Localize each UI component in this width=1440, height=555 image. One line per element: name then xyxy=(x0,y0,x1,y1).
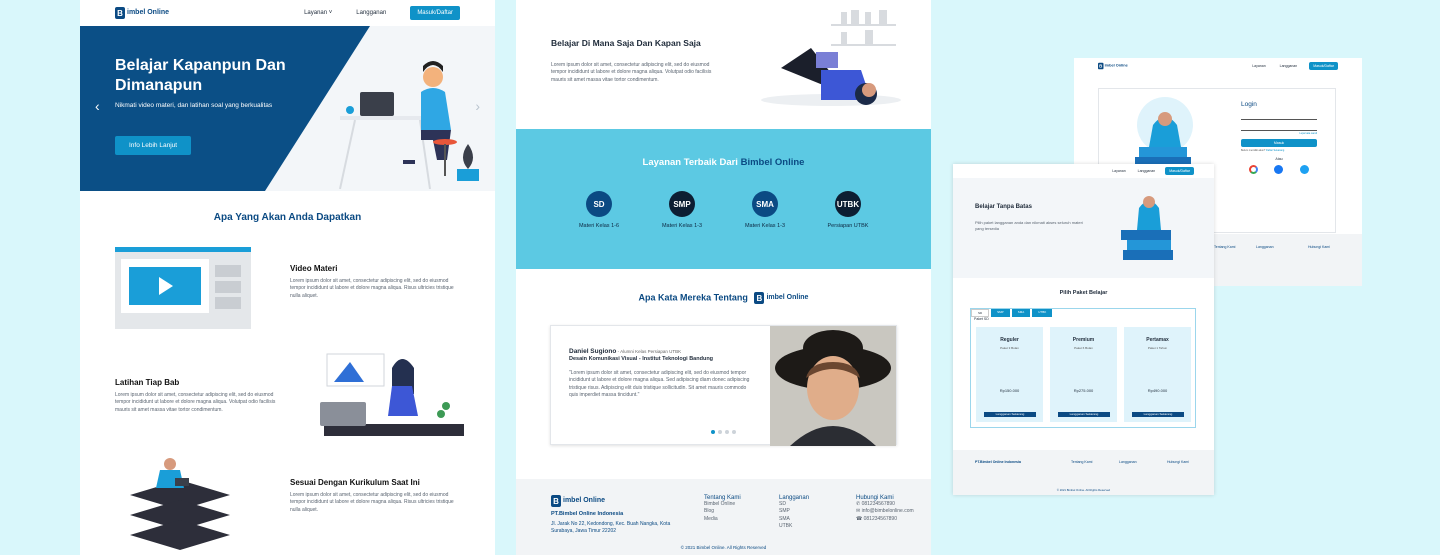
social-login xyxy=(1241,165,1317,174)
packages-page-panel: Layanan Langganan Masuk/Daftar Belajar T… xyxy=(953,164,1214,495)
features-heading: Apa Yang Akan Anda Dapatkan xyxy=(213,212,362,223)
login-title: Login xyxy=(1241,101,1257,108)
footer-col-subscribe: Langganan SD SMP SMA UTBK xyxy=(779,495,810,529)
brand-logo-inline: B imbel Online xyxy=(754,292,808,304)
package-card-pertamax: Pertamax Paket 1 Tahun Rp490.000 Langgan… xyxy=(1124,327,1191,422)
footer-col-contact: Hubungi Kami ✆ 081234567890 ✉ info@bimbe… xyxy=(856,495,914,522)
carousel-dots[interactable] xyxy=(711,430,736,434)
video-illustration xyxy=(115,247,251,329)
reading-illustration xyxy=(1135,97,1193,167)
tab-sma[interactable]: SMA xyxy=(1011,309,1031,317)
facebook-icon[interactable] xyxy=(1274,165,1284,174)
google-icon[interactable] xyxy=(1249,165,1259,174)
package-card-premium: Premium Paket 6 Bulan Rp275.000 Langgana… xyxy=(1050,327,1117,422)
footer: Bimbel Online PT.Bimbel Online Indonesia… xyxy=(516,479,931,555)
services-section: Layanan Terbaik Dari Bimbel Online SD Mat… xyxy=(516,129,931,269)
hero-subtitle: Nikmati video materi, dan latihan soal y… xyxy=(115,102,273,109)
tab-smp[interactable]: SMP xyxy=(991,309,1010,317)
forgot-password-link[interactable]: Lupa kata sandi xyxy=(1241,132,1317,135)
tab-sd[interactable]: SD xyxy=(971,309,990,317)
learn-anywhere-title: Belajar Di Mana Saja Dan Kapan Saja xyxy=(551,38,701,48)
service-sma[interactable]: SMA Materi Kelas 1-3 xyxy=(730,191,800,229)
footer-col-about: Tentang Kami Bimbel Online Blog Media xyxy=(704,495,741,522)
nav-layanan[interactable]: Layanan ˅ xyxy=(304,10,332,16)
brand-logo[interactable]: B imbel Online xyxy=(115,7,169,19)
login-register-button[interactable]: Masuk/Daftar xyxy=(410,6,460,20)
packages-box: SD SMP SMA UTBK Paket SD Reguler Paket 3… xyxy=(970,308,1196,428)
package-card-reguler: Reguler Paket 3 Bulan Rp150.000 Langgana… xyxy=(976,327,1043,422)
twitter-icon[interactable] xyxy=(1299,165,1309,174)
phone-icon: ☎ xyxy=(856,515,864,522)
email-field[interactable] xyxy=(1241,114,1317,120)
packages-heading: Pilih Paket Belajar xyxy=(1059,290,1108,296)
hero-title: Belajar Kapanpun Dan Dimanapun xyxy=(115,57,286,94)
footer-address: Jl. Jarak No 22, Kedondong, Kec. Buah Na… xyxy=(551,521,671,535)
landing-page-panel: B imbel Online Layanan ˅ Langganan Masuk… xyxy=(80,0,495,555)
service-utbk[interactable]: UTBK Persiapan UTBK xyxy=(813,191,883,229)
books-illustration xyxy=(1121,196,1173,260)
register-prompt: Belum memiliki akun? Daftar Sekarang xyxy=(1241,149,1285,152)
desk-illustration xyxy=(339,61,479,189)
login-button[interactable]: Masuk xyxy=(1241,139,1317,147)
testimonial-school: Desain Komunikasi Visual - Institut Tekn… xyxy=(569,356,714,362)
tab-utbk[interactable]: UTBK xyxy=(1032,309,1053,317)
service-sd[interactable]: SD Materi Kelas 1-6 xyxy=(564,191,634,229)
testimonial-photo xyxy=(770,326,896,446)
feature-video: Video Materi Lorem ipsum dolor sit amet,… xyxy=(290,264,454,299)
learn-anywhere-text: Lorem ipsum dolor sit amet, consectetur … xyxy=(551,62,712,83)
footer-logo: Bimbel Online xyxy=(551,495,671,507)
service-smp[interactable]: SMP Materi Kelas 1-3 xyxy=(647,191,717,229)
feature-exercise: Latihan Tiap Bab Lorem ipsum dolor sit a… xyxy=(115,378,276,413)
package-tabs: SD SMP SMA UTBK xyxy=(971,309,1053,317)
brand-logo[interactable]: Bimbel Online xyxy=(1098,62,1128,70)
relax-illustration xyxy=(761,10,901,106)
services-heading: Layanan Terbaik Dari Bimbel Online xyxy=(642,157,805,168)
stack-illustration xyxy=(130,458,230,550)
testimonial-card: Daniel Sugiono - Alumni Kelas Persiapan … xyxy=(550,325,897,446)
footer-company: PT.Bimbel Online Indonesia xyxy=(551,511,624,517)
feature-curriculum: Sesuai Dengan Kurikulum Saat Ini Lorem i… xyxy=(290,478,454,513)
nav-langganan[interactable]: Langganan xyxy=(356,10,386,16)
info-button[interactable]: Info Lebih Lanjut xyxy=(115,136,192,155)
study-illustration xyxy=(320,353,464,436)
unlimited-text: Pilih paket langganan anda dan nikmati a… xyxy=(975,220,1083,231)
testimonial-heading: Apa Kata Mereka Tentang B imbel Online xyxy=(638,292,809,304)
unlimited-title: Belajar Tanpa Batas xyxy=(975,204,1032,210)
hero-banner: ‹ › Belajar Kapanpun Dan Dimanapun Nikma… xyxy=(80,26,495,191)
landing-page-panel-2: Belajar Di Mana Saja Dan Kapan Saja Lore… xyxy=(516,0,931,555)
chevron-down-icon: ˅ xyxy=(327,10,333,16)
testimonial-name-line: Daniel Sugiono - Alumni Kelas Persiapan … xyxy=(569,348,682,355)
packages-footer: PT.Bimbel Online Indonesia Tentang Kami … xyxy=(953,450,1214,495)
footer-copyright: © 2021 Bimbel Online. All Rights Reserve… xyxy=(680,545,767,550)
chevron-left-icon[interactable]: ‹ xyxy=(95,98,100,114)
password-field[interactable] xyxy=(1241,125,1317,131)
navbar: B imbel Online Layanan ˅ Langganan Masuk… xyxy=(80,0,495,26)
testimonial-quote: "Lorem ipsum dolor sit amet, consectetur… xyxy=(569,370,750,398)
